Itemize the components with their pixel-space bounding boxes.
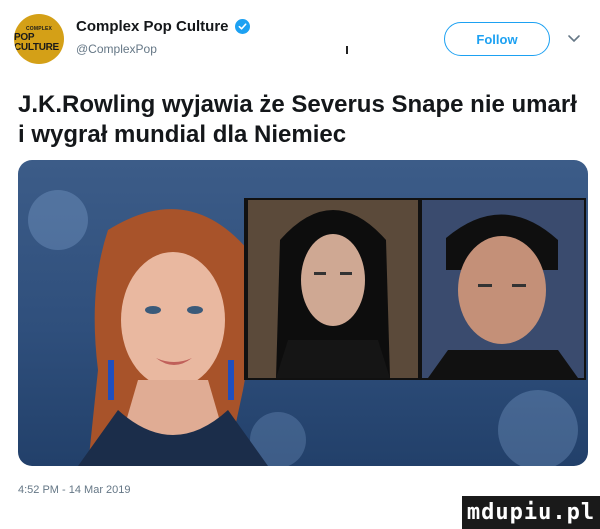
tweet-timestamp[interactable]: 4:52 PM - 14 Mar 2019 bbox=[18, 484, 131, 496]
avatar-top-text: COMPLEX bbox=[25, 25, 53, 32]
follow-button[interactable]: Follow bbox=[444, 22, 550, 56]
avatar-main-text: POP CULTURE bbox=[14, 31, 59, 53]
media-collage bbox=[28, 190, 586, 466]
display-name-text: Complex Pop Culture bbox=[76, 18, 229, 35]
watermark-logo: mdupiu.pl bbox=[462, 496, 600, 529]
tweet-media[interactable] bbox=[18, 160, 588, 466]
inset-photos bbox=[244, 198, 586, 380]
display-name[interactable]: Complex Pop Culture bbox=[76, 18, 250, 35]
verified-badge-icon bbox=[234, 19, 250, 34]
stray-mark bbox=[346, 46, 348, 54]
woman-figure bbox=[78, 209, 268, 466]
avatar[interactable]: COMPLEX POP CULTURE bbox=[14, 14, 64, 64]
chevron-down-icon[interactable] bbox=[566, 30, 582, 46]
tweet-text: J.K.Rowling wyjawia że Severus Snape nie… bbox=[18, 91, 577, 148]
user-handle[interactable]: @ComplexPop bbox=[76, 42, 157, 56]
